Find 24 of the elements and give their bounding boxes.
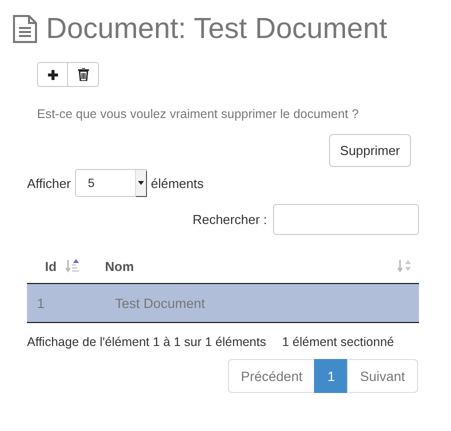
trash-icon — [78, 68, 88, 81]
caret-icon — [138, 181, 144, 185]
table-cell: 1 — [37, 296, 45, 310]
table-cell: Test Document — [115, 296, 206, 310]
page-title: Document: Test Document — [46, 12, 388, 46]
pagination-button[interactable]: Suivant — [346, 359, 418, 393]
document-icon — [12, 14, 38, 44]
column-header[interactable]: Nom — [105, 258, 134, 274]
column-header[interactable]: Id — [45, 258, 57, 274]
entries-label: éléments — [150, 176, 204, 190]
add-button[interactable] — [37, 62, 68, 87]
delete-confirm-button[interactable]: Supprimer — [329, 134, 411, 167]
page-length-select[interactable]: 5 — [74, 169, 147, 197]
search-label: Rechercher : — [192, 212, 267, 227]
pagination-button[interactable]: Précédent — [228, 359, 316, 393]
table-info: Affichage de l'élément 1 à 1 sur 1 éléments — [27, 335, 266, 349]
selection-info: 1 élément sectionné — [282, 335, 394, 349]
search-field[interactable] — [273, 204, 419, 235]
pagination-button[interactable]: 1 — [314, 359, 348, 393]
plus-icon — [46, 68, 58, 80]
show-label: Afficher — [27, 176, 71, 190]
confirm-message: Est-ce que vous voulez vraiment supprimer le document ? — [37, 107, 360, 121]
delete-button[interactable] — [68, 62, 99, 87]
sort-icon[interactable] — [64, 258, 81, 274]
